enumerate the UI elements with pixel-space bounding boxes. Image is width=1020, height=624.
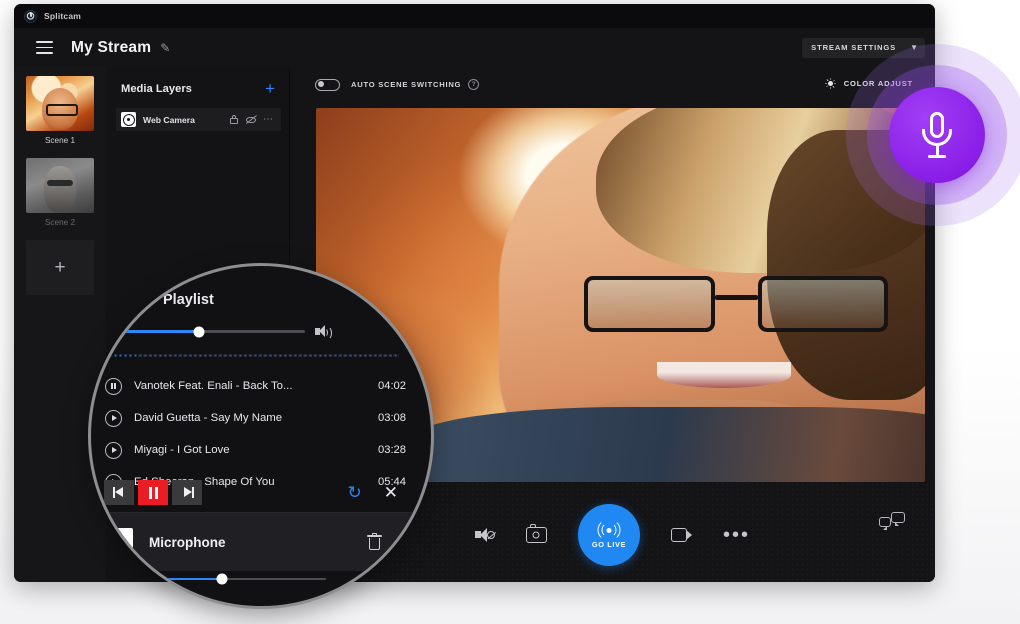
playlist-transport-controls: ↻ ✕ <box>104 480 404 505</box>
microphone-row: Microphone <box>91 513 431 571</box>
audio-level-meter <box>103 353 399 358</box>
go-live-label: GO LIVE <box>592 540 626 549</box>
pencil-edit-icon[interactable]: ✎ <box>160 42 170 54</box>
broadcast-icon <box>595 522 623 538</box>
trash-icon[interactable] <box>367 534 382 551</box>
microphone-icon <box>922 112 952 158</box>
more-dots-icon[interactable]: ••• <box>723 531 750 539</box>
hamburger-menu-icon[interactable] <box>36 41 53 54</box>
microphone-icon <box>105 528 133 556</box>
add-scene-button[interactable]: + <box>26 240 94 295</box>
scene-thumbnail <box>26 76 94 131</box>
next-track-button[interactable] <box>172 480 202 505</box>
microphone-badge-button[interactable] <box>889 87 985 183</box>
camera-snapshot-icon[interactable] <box>526 527 547 543</box>
layer-name: Web Camera <box>143 115 195 125</box>
play-circle-icon[interactable] <box>105 442 122 459</box>
auto-scene-switching-label: AUTO SCENE SWITCHING <box>351 80 461 89</box>
pause-circle-icon[interactable] <box>105 378 122 395</box>
app-header: My Stream ✎ STREAM SETTINGS ▼ <box>14 28 935 67</box>
more-dots-icon[interactable]: ⋯ <box>263 117 274 123</box>
preview-shirt <box>413 407 925 482</box>
repeat-icon[interactable]: ↻ <box>348 484 362 501</box>
pause-button[interactable] <box>138 480 168 505</box>
lock-icon[interactable] <box>229 114 239 125</box>
microphone-label: Microphone <box>149 535 226 550</box>
plus-icon: + <box>54 258 65 277</box>
playlist-volume-slider[interactable] <box>123 330 305 332</box>
brightness-icon <box>825 78 836 89</box>
list-item[interactable]: Vanotek Feat. Enali - Back To... 04:02 <box>100 370 418 402</box>
media-layers-title: Media Layers <box>121 83 192 95</box>
magnifier-overlay: Playlist Vanotek Feat. Enali - Back To..… <box>88 263 434 609</box>
auto-scene-switching-toggle[interactable] <box>315 79 340 91</box>
microphone-badge-overlay <box>846 44 1020 226</box>
previous-track-button[interactable] <box>104 480 134 505</box>
shuffle-icon[interactable]: ✕ <box>384 484 398 501</box>
media-layers-header: Media Layers + <box>106 67 289 97</box>
splitcam-logo-icon <box>24 10 37 23</box>
gear-icon[interactable] <box>398 534 415 551</box>
speaker-mute-icon[interactable] <box>475 527 495 543</box>
track-duration: 03:28 <box>378 444 418 456</box>
microphone-volume-slider[interactable] <box>136 578 326 580</box>
playlist-track-list: Vanotek Feat. Enali - Back To... 04:02 D… <box>100 370 418 498</box>
speaker-low-icon[interactable] <box>96 324 113 339</box>
title-bar: Splitcam <box>14 4 935 28</box>
go-live-button[interactable]: GO LIVE <box>578 504 640 566</box>
add-layer-button[interactable]: + <box>265 80 275 97</box>
playlist-title: Playlist <box>163 292 214 308</box>
info-icon[interactable]: ? <box>468 79 479 90</box>
play-circle-icon[interactable] <box>105 410 122 427</box>
layer-row-web-camera[interactable]: Web Camera ⋯ <box>116 108 281 131</box>
scene-label: Scene 2 <box>26 213 94 235</box>
app-name: Splitcam <box>44 11 81 21</box>
scene-thumbnail <box>26 158 94 213</box>
eye-off-icon[interactable] <box>246 114 256 125</box>
preview-glasses <box>584 276 889 332</box>
scene-label: Scene 1 <box>26 131 94 153</box>
track-title: Miyagi - I Got Love <box>134 444 230 456</box>
page-title: My Stream <box>71 39 151 57</box>
list-item[interactable]: David Guetta - Say My Name 03:08 <box>100 402 418 434</box>
track-duration: 03:08 <box>378 412 418 424</box>
track-duration: 04:02 <box>378 380 418 392</box>
webcam-icon <box>121 112 136 127</box>
playlist-panel: Playlist Vanotek Feat. Enali - Back To..… <box>91 266 431 606</box>
video-camera-icon[interactable] <box>671 528 692 542</box>
track-title: David Guetta - Say My Name <box>134 412 282 424</box>
list-item[interactable]: Miyagi - I Got Love 03:28 <box>100 434 418 466</box>
playlist-volume-row <box>96 324 332 339</box>
layer-actions: ⋯ <box>229 114 274 125</box>
scene-item-2[interactable]: Scene 2 <box>26 158 94 235</box>
track-title: Vanotek Feat. Enali - Back To... <box>134 380 293 392</box>
speaker-high-icon[interactable] <box>315 324 332 339</box>
microphone-actions <box>367 534 431 551</box>
scene-item-1[interactable]: Scene 1 <box>26 76 94 153</box>
